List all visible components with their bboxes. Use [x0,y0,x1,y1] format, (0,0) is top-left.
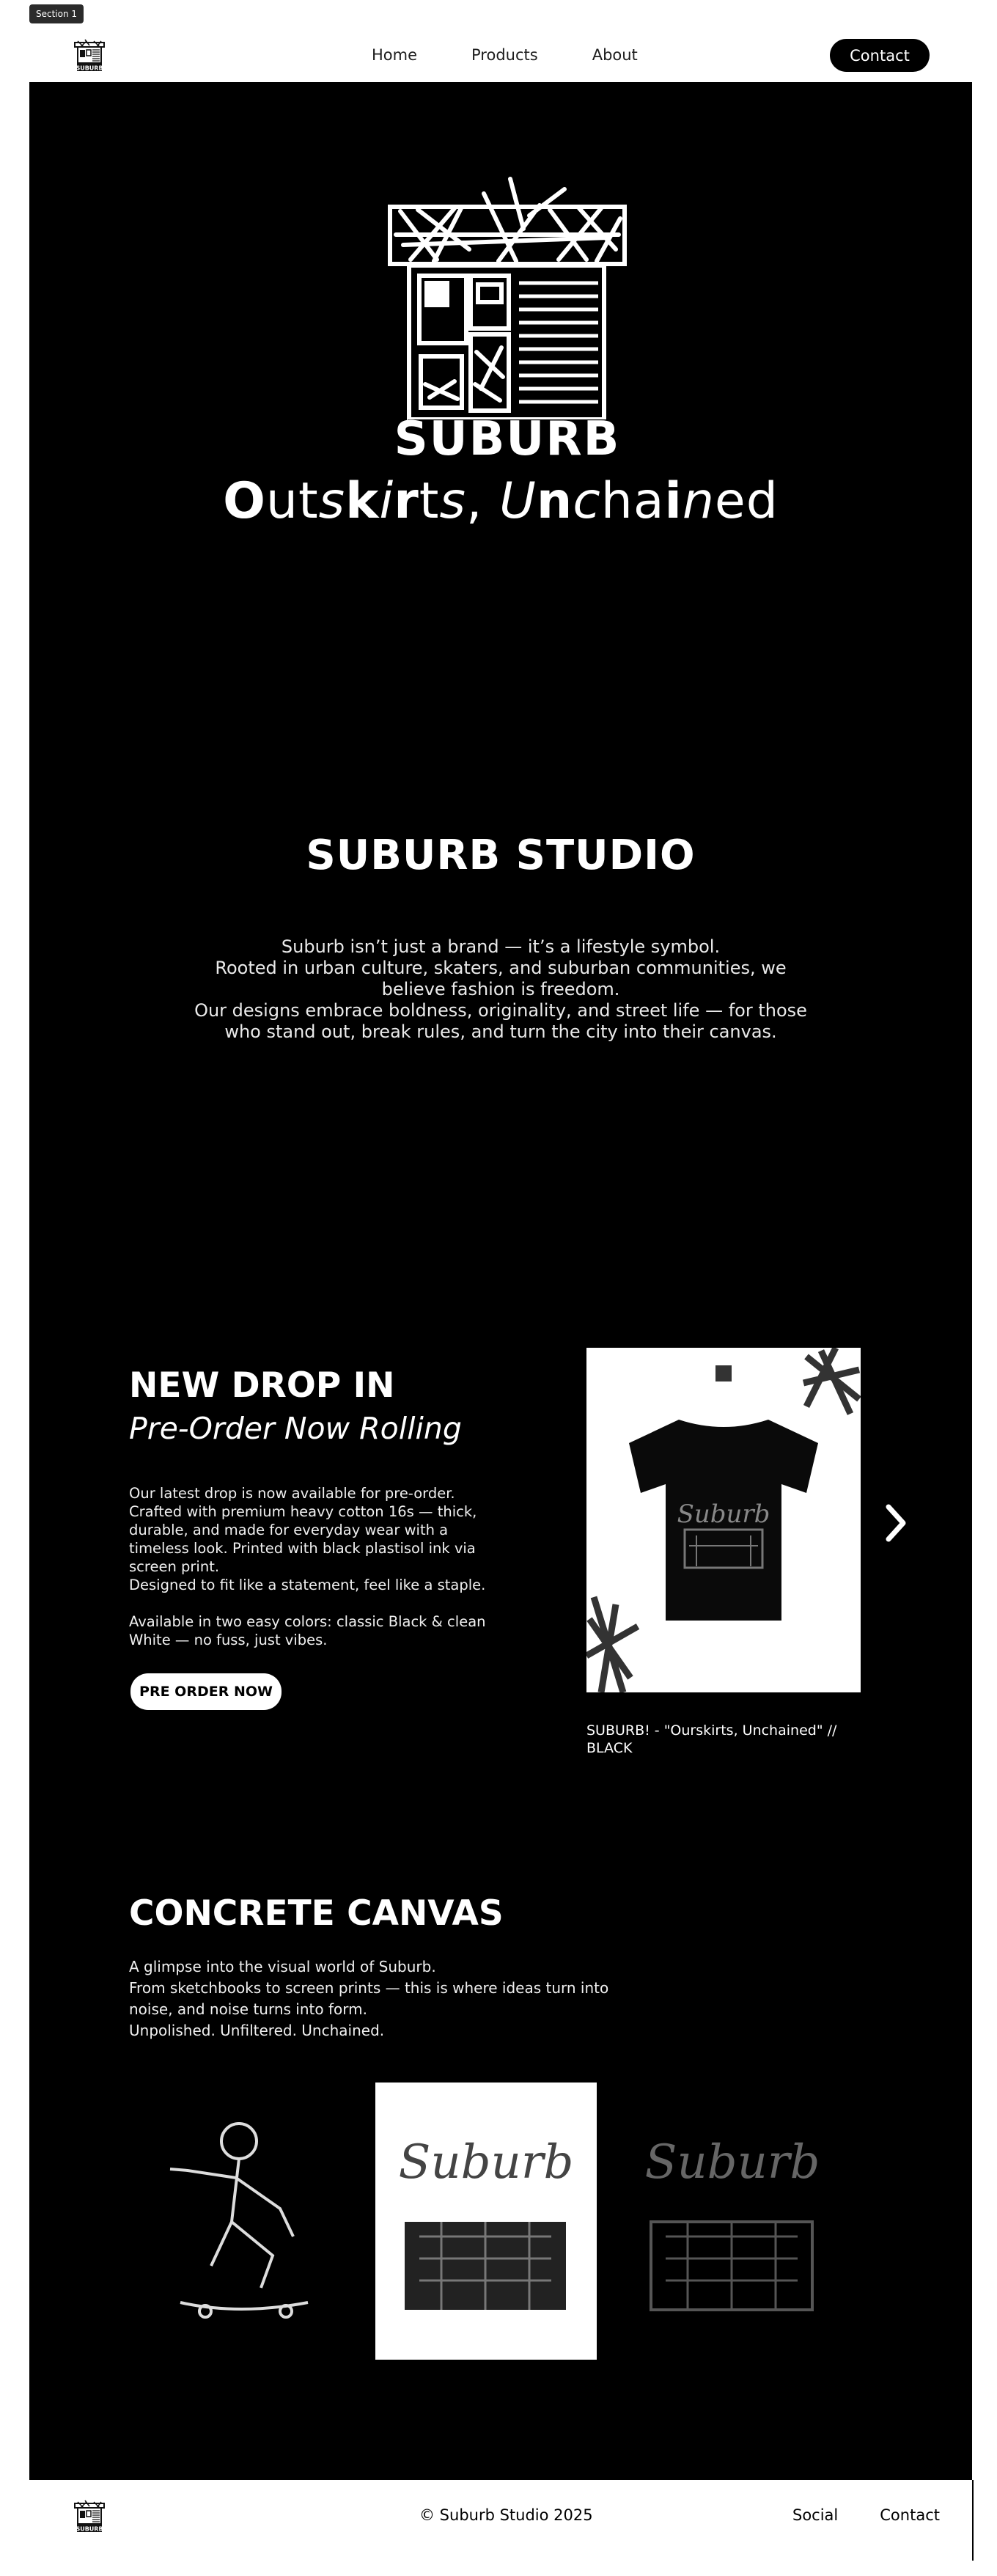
main-nav: Home Products About [372,46,638,64]
tagline-part: i [664,472,683,530]
product-name: SUBURB! - "Ourskirts, Unchained" // BLAC… [586,1722,837,1756]
canvas-line: From sketchbooks to screen prints — this… [129,1979,609,2018]
canvas-line: A glimpse into the visual world of Subur… [129,1958,436,1975]
suburb-logo-icon[interactable]: SUBURB [70,37,108,75]
nav-about-link[interactable]: About [592,46,638,64]
studio-line: Suburb isn’t just a brand — it’s a lifes… [281,936,721,957]
product-image[interactable]: Suburb [586,1348,861,1692]
footer-contact-link[interactable]: Contact [880,2506,940,2524]
tagline-part: k [345,472,380,530]
suburb-logo-icon[interactable]: SUBURB [70,2498,108,2536]
new-drop-description: Our latest drop is now available for pre… [129,1484,496,1649]
nav-home-link[interactable]: Home [372,46,417,64]
new-drop-subtitle: Pre-Order Now Rolling [129,1411,462,1446]
drop-paragraph: Our latest drop is now available for pre… [129,1485,477,1575]
studio-line: believe fashion is freedom. [381,979,620,999]
hero-tagline: Outskirts, Unchained [29,472,972,530]
studio-line: who stand out, break rules, and turn the… [224,1021,777,1042]
concrete-canvas-title: CONCRETE CANVAS [129,1893,504,1934]
gallery-skater-image [129,2083,350,2360]
tagline-part: U [499,472,537,530]
svg-text:Suburb: Suburb [645,2135,820,2190]
tagline-part: r [394,472,419,530]
footer-social-link[interactable]: Social [792,2506,838,2524]
tagline-part: O [223,472,266,530]
site-footer: SUBURB © Suburb Studio 2025 Social Conta… [29,2480,972,2553]
tagline-part: ut [265,472,319,530]
section-tag: Section 1 [29,4,84,23]
svg-text:SUBURB: SUBURB [76,2526,103,2533]
tshirt-mockup-icon: Suburb [586,1348,861,1692]
tagline-part: s [439,472,466,530]
edge-divider [972,2480,974,2561]
svg-text:SUBURB: SUBURB [76,65,103,72]
top-navbar: SUBURB Home Products About Contact [29,29,972,82]
tagline-part: ed [714,472,779,530]
tagline-part: i [379,472,394,530]
studio-description: Suburb isn’t just a brand — it’s a lifes… [191,936,811,1043]
tagline-part: t [419,472,440,530]
svg-text:Suburb: Suburb [399,2135,574,2190]
pre-order-button[interactable]: PRE ORDER NOW [130,1673,282,1710]
svg-text:SUBURB: SUBURB [394,412,621,458]
canvas-line: Unpolished. Unfiltered. Unchained. [129,2022,385,2039]
gallery-print-black-image: Suburb [622,2083,843,2360]
studio-title: SUBURB STUDIO [306,832,696,879]
tagline-part: , [466,472,500,530]
suburb-hero-logo-icon: SUBURB [388,177,627,458]
chevron-right-icon[interactable] [881,1501,910,1545]
gallery-print-white-image: Suburb [375,2083,597,2360]
studio-line: Rooted in urban culture, skaters, and su… [215,958,787,978]
tagline-part: c [573,472,601,530]
tagline-part: s [318,472,346,530]
new-drop-title: NEW DROP IN [129,1365,395,1406]
studio-line: Our designs embrace boldness, originalit… [194,1000,807,1021]
drop-paragraph: Designed to fit like a statement, feel l… [129,1577,486,1593]
contact-button[interactable]: Contact [830,39,930,72]
concrete-canvas-description: A glimpse into the visual world of Subur… [129,1956,628,2041]
drop-paragraph: Available in two easy colors: classic Bl… [129,1613,486,1648]
svg-text:Suburb: Suburb [677,1500,770,1529]
footer-copyright: © Suburb Studio 2025 [419,2506,593,2524]
main-content: SUBURB Outskirts, Unchained SUBURB STUDI… [29,82,972,2480]
tagline-part: n [682,472,715,530]
tagline-part: ha [600,472,665,530]
footer-links: Social Contact [792,2506,940,2524]
tagline-part: n [536,472,573,530]
nav-products-link[interactable]: Products [471,46,538,64]
